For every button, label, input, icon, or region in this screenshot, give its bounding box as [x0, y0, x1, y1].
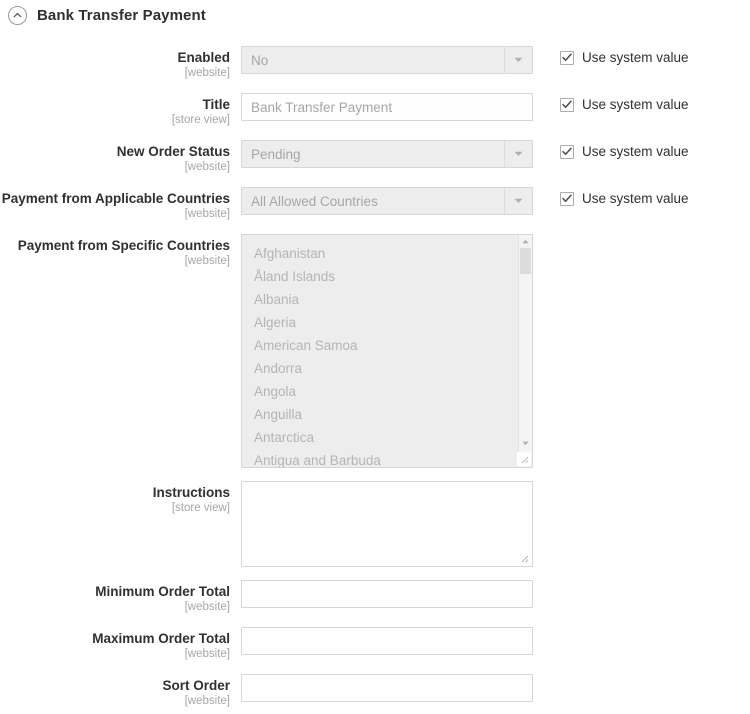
resize-grip-icon[interactable]: [517, 551, 531, 565]
field-control: No: [241, 46, 533, 74]
field-scope-text: [website]: [184, 601, 230, 613]
use-system-value-label: Use system value: [582, 97, 689, 112]
field-row: Sort Order [website]: [0, 674, 750, 708]
field-scope-text: [website]: [184, 695, 230, 707]
chevron-down-icon[interactable]: [504, 188, 532, 214]
field-label: Payment from Applicable Countries [websit…: [0, 187, 241, 221]
use-system-value-label: Use system value: [582, 50, 689, 65]
field-control: Bank Transfer Payment: [241, 93, 533, 121]
input-sort-order[interactable]: [241, 674, 533, 702]
field-control: Afghanistan Åland Islands Albania Algeria Am…: [241, 234, 533, 468]
use-system-value[interactable]: Use system value: [560, 93, 689, 112]
field-label-text: Maximum Order Total: [92, 631, 230, 646]
list-item[interactable]: Andorra: [242, 357, 518, 380]
list-item[interactable]: Åland Islands: [242, 265, 518, 288]
select-value: No: [251, 52, 269, 68]
field-row: New Order Status [website] Pending Use syst…: [0, 140, 750, 174]
input-maximum-order-total[interactable]: [241, 627, 533, 655]
scrollbar-thumb[interactable]: [520, 248, 531, 274]
field-row: Title [store view] Bank Transfer Payment Us…: [0, 93, 750, 127]
field-control: [241, 674, 533, 702]
field-label-text: Payment from Specific Countries: [17, 238, 230, 253]
field-scope-text: [website]: [184, 161, 230, 173]
field-label: Payment from Specific Countries [website]: [0, 234, 241, 268]
field-control: [241, 627, 533, 655]
field-control: [241, 580, 533, 608]
use-system-value[interactable]: Use system value: [560, 187, 689, 206]
field-row: Enabled [website] No Use system value: [0, 46, 750, 80]
page-title: Bank Transfer Payment: [37, 6, 206, 24]
field-control: All Allowed Countries: [241, 187, 533, 215]
field-label: New Order Status [website]: [0, 140, 241, 174]
input-minimum-order-total[interactable]: [241, 580, 533, 608]
scrollbar[interactable]: [518, 235, 532, 467]
field-label: Maximum Order Total [website]: [0, 627, 241, 661]
select-payment-from-applicable-countries[interactable]: All Allowed Countries: [241, 187, 533, 215]
field-scope-text: [website]: [184, 67, 230, 79]
field-label-text: Instructions: [152, 485, 230, 500]
chevron-down-icon[interactable]: [504, 47, 532, 73]
list-item[interactable]: Anguilla: [242, 403, 518, 426]
field-label-text: Enabled: [177, 50, 230, 65]
list-item[interactable]: Albania: [242, 288, 518, 311]
section-header[interactable]: Bank Transfer Payment: [0, 0, 750, 30]
chevron-up-circle-icon[interactable]: [8, 5, 27, 25]
list-item[interactable]: Angola: [242, 380, 518, 403]
select-new-order-status[interactable]: Pending: [241, 140, 533, 168]
field-scope-text: [store view]: [171, 114, 230, 126]
field-label: Sort Order [website]: [0, 674, 241, 708]
resize-grip-icon[interactable]: [517, 452, 531, 466]
field-label-text: Minimum Order Total: [95, 584, 230, 599]
chevron-down-icon[interactable]: [504, 141, 532, 167]
input-title[interactable]: Bank Transfer Payment: [241, 93, 533, 121]
field-label: Minimum Order Total [website]: [0, 580, 241, 614]
field-label-text: New Order Status: [116, 144, 230, 159]
field-scope-text: [website]: [184, 648, 230, 660]
use-system-value-label: Use system value: [582, 191, 689, 206]
field-label: Title [store view]: [0, 93, 241, 127]
payment-method-form: Enabled [website] No Use system value Title […: [0, 30, 750, 708]
select-value: Pending: [251, 146, 301, 162]
list-item[interactable]: Afghanistan: [242, 242, 518, 265]
select-value: All Allowed Countries: [251, 193, 378, 209]
field-scope-text: [website]: [184, 255, 230, 267]
use-system-value-checkbox[interactable]: [560, 50, 574, 65]
use-system-value-label: Use system value: [582, 144, 689, 159]
textarea-instructions[interactable]: [241, 481, 533, 567]
list-item[interactable]: American Samoa: [242, 334, 518, 357]
caret-down-icon[interactable]: [519, 438, 532, 449]
field-scope-text: [website]: [184, 208, 230, 220]
list-item[interactable]: Antarctica: [242, 426, 518, 449]
field-row: Payment from Applicable Countries [websit…: [0, 187, 750, 221]
use-system-value[interactable]: Use system value: [560, 140, 689, 159]
use-system-value-checkbox[interactable]: [560, 97, 574, 112]
field-label-text: Payment from Applicable Countries: [1, 191, 230, 206]
field-row: Instructions [store view]: [0, 481, 750, 567]
field-label: Instructions [store view]: [0, 481, 241, 515]
field-label: Enabled [website]: [0, 46, 241, 80]
use-system-value-checkbox[interactable]: [560, 191, 574, 206]
field-label-text: Sort Order: [162, 678, 230, 693]
multiselect-options: Afghanistan Åland Islands Albania Algeria Am…: [242, 235, 518, 467]
list-item[interactable]: Algeria: [242, 311, 518, 334]
field-label-text: Title: [202, 97, 230, 112]
list-item[interactable]: Antigua and Barbuda: [242, 449, 518, 467]
use-system-value[interactable]: Use system value: [560, 46, 689, 65]
multiselect-specific-countries[interactable]: Afghanistan Åland Islands Albania Algeria Am…: [241, 234, 533, 468]
field-row: Maximum Order Total [website]: [0, 627, 750, 661]
field-control: [241, 481, 533, 567]
field-row: Minimum Order Total [website]: [0, 580, 750, 614]
use-system-value-checkbox[interactable]: [560, 144, 574, 159]
field-scope-text: [store view]: [171, 502, 230, 514]
field-row: Payment from Specific Countries [website]…: [0, 234, 750, 468]
caret-up-icon[interactable]: [519, 236, 532, 247]
select-enabled[interactable]: No: [241, 46, 533, 74]
field-control: Pending: [241, 140, 533, 168]
